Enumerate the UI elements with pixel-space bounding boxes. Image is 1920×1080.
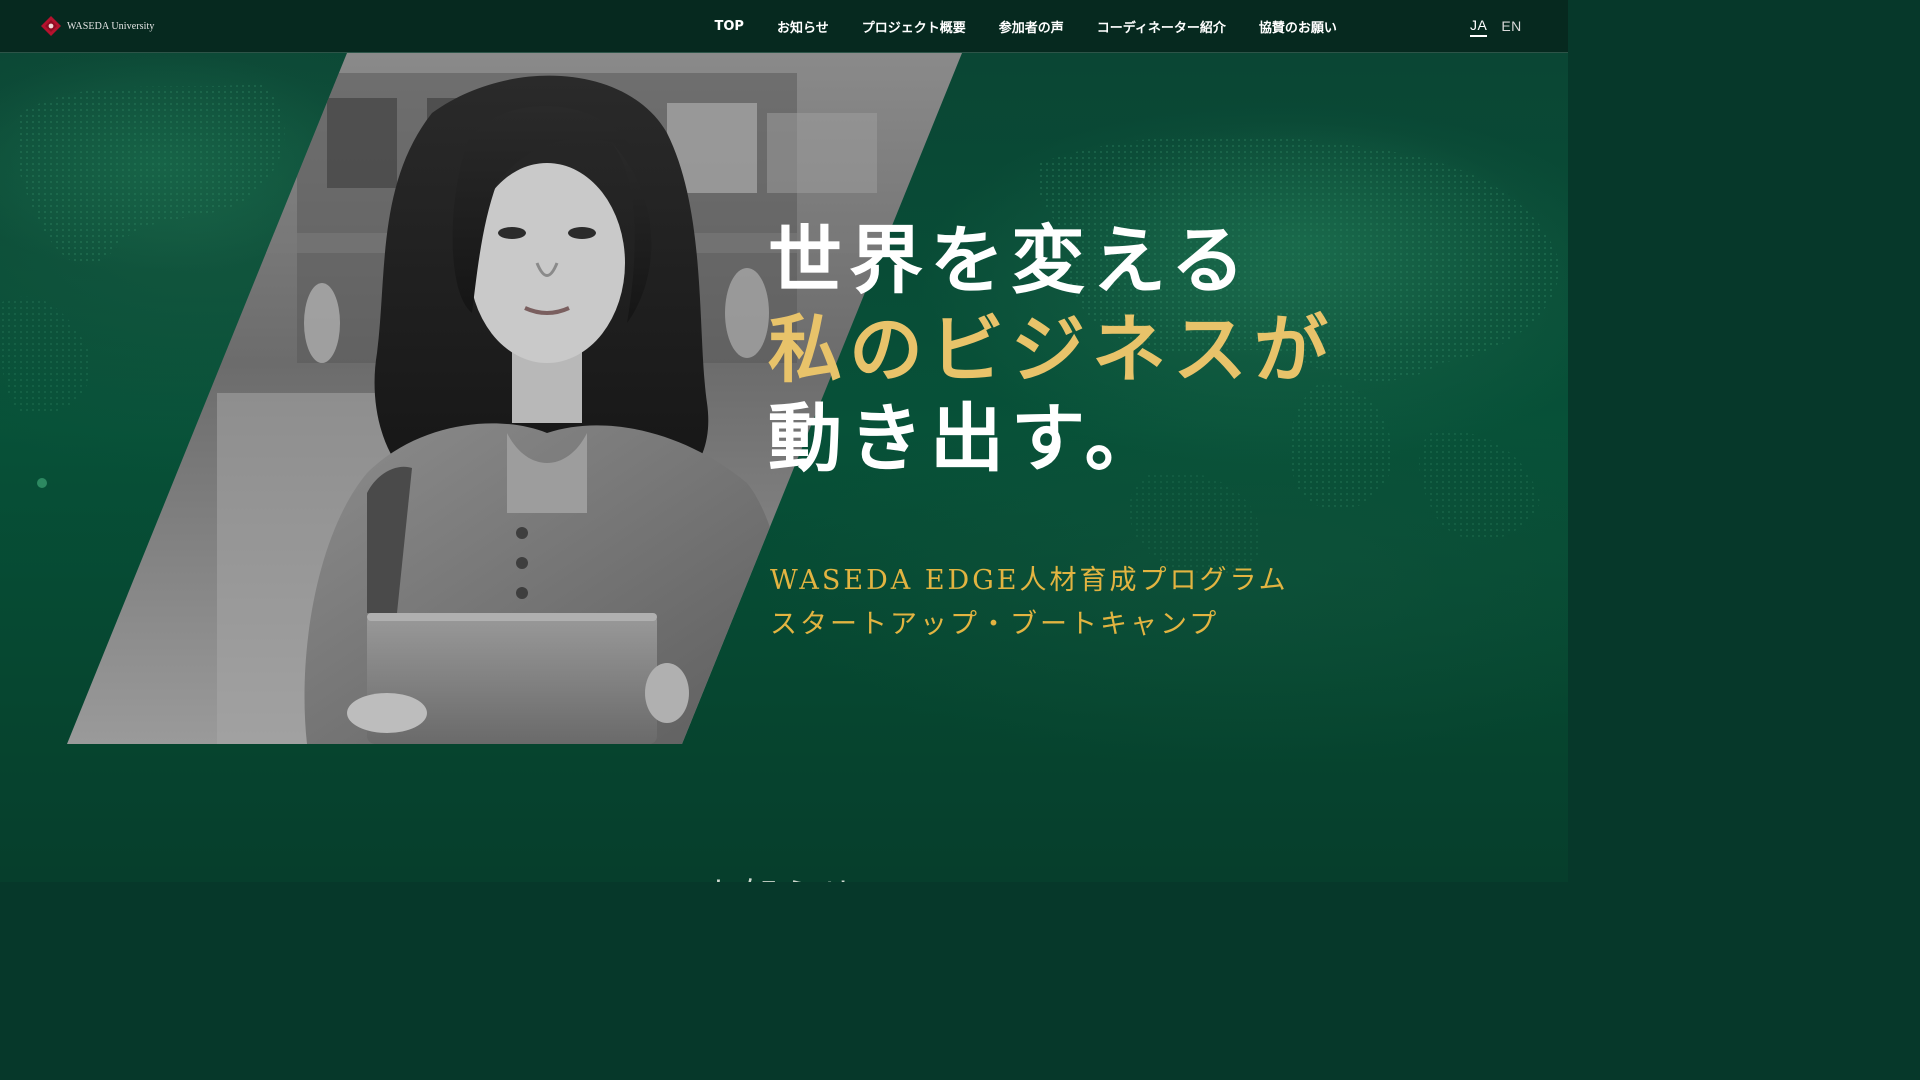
hero-section: 世界を変える 私のビジネスが 動き出す。 WASEDA EDGE人材育成プログラ… (0, 53, 1568, 882)
nav-item-top[interactable]: TOP (698, 19, 760, 34)
main-nav: TOP お知らせ プロジェクト概要 参加者の声 コーディネーター紹介 協賛のお願… (698, 0, 1353, 53)
site-header: WASEDA University TOP お知らせ プロジェクト概要 参加者の… (0, 0, 1568, 53)
page: WASEDA University TOP お知らせ プロジェクト概要 参加者の… (0, 0, 1568, 882)
waseda-emblem-icon (41, 16, 61, 36)
logo-text: WASEDA University (67, 20, 155, 32)
news-section-title: お知らせ (706, 868, 857, 882)
nav-item-news[interactable]: お知らせ (760, 17, 845, 36)
waseda-logo-link[interactable]: WASEDA University (40, 15, 155, 37)
subtitle-line-2: スタートアップ・ブートキャンプ (770, 609, 1220, 640)
nav-item-sponsorship[interactable]: 協賛のお願い (1242, 17, 1353, 36)
hero-subtitle: WASEDA EDGE人材育成プログラム スタートアップ・ブートキャンプ (770, 559, 1289, 647)
language-switcher: JA EN (1470, 0, 1522, 53)
headline-line-1: 世界を変える (768, 218, 1252, 304)
lang-en-link[interactable]: EN (1501, 18, 1521, 36)
nav-item-project-overview[interactable]: プロジェクト概要 (845, 17, 982, 36)
headline-line-2: 私のビジネスが (768, 307, 1335, 393)
lang-ja-link[interactable]: JA (1470, 17, 1488, 37)
headline-line-3: 動き出す。 (768, 396, 1166, 482)
subtitle-line-1: WASEDA EDGE人材育成プログラム (770, 565, 1289, 596)
nav-item-coordinators[interactable]: コーディネーター紹介 (1080, 17, 1242, 36)
hero-headline: 世界を変える 私のビジネスが 動き出す。 (768, 217, 1335, 484)
nav-item-participant-voices[interactable]: 参加者の声 (982, 17, 1080, 36)
